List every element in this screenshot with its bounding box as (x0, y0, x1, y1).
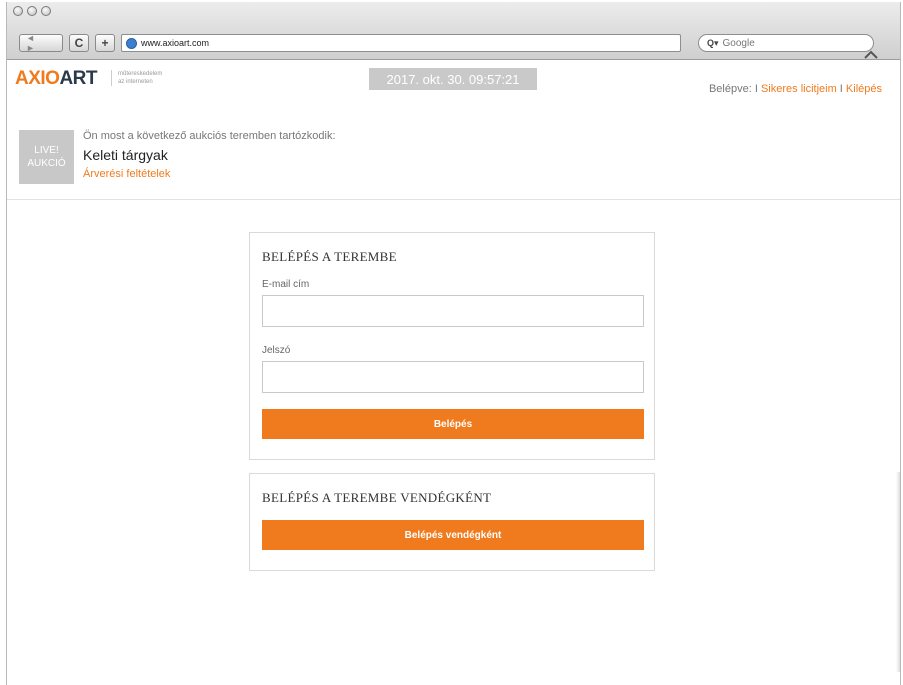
header-divider (7, 199, 900, 200)
badge-line-1: LIVE! (34, 145, 59, 156)
logo-part-axio: AXIO (15, 68, 60, 89)
axioart-logo[interactable]: AXIOART (15, 68, 98, 90)
add-bookmark-button[interactable]: + (95, 34, 115, 52)
scrollbar-edge[interactable] (896, 472, 900, 672)
reload-icon: C (74, 36, 84, 50)
auction-terms-link[interactable]: Árverési feltételek (83, 168, 170, 180)
address-bar[interactable]: www.axioart.com (121, 34, 681, 52)
browser-window: ◄ ► C + www.axioart.com Q▾ Google AXIOAR… (6, 2, 901, 685)
email-field[interactable] (262, 295, 644, 327)
search-field[interactable]: Q▾ Google (698, 34, 874, 52)
globe-icon (126, 37, 137, 49)
address-bar-url: www.axioart.com (141, 38, 210, 48)
back-forward-button[interactable]: ◄ ► (19, 33, 63, 53)
badge-line-2: AUKCIÓ (27, 158, 66, 169)
reload-button[interactable]: C (69, 34, 89, 52)
search-placeholder: Google (722, 37, 755, 49)
auction-text: Ön most a következő aukciós teremben tar… (83, 130, 483, 182)
password-label: Jelszó (262, 345, 291, 356)
logout-link[interactable]: Kilépés (846, 83, 882, 95)
login-button[interactable]: Belépés (262, 409, 644, 439)
live-auction-badge: LIVE! AUKCIÓ (19, 130, 74, 184)
password-field[interactable] (262, 361, 644, 393)
guest-panel-title: BELÉPÉS A TEREMBE VENDÉGKÉNT (262, 490, 492, 505)
collapse-chevron-icon[interactable] (864, 46, 878, 64)
plus-icon: + (101, 36, 109, 50)
auction-intro: Ön most a következő aukciós teremben tar… (83, 130, 336, 142)
login-panel-title: BELÉPÉS A TEREMBE (262, 249, 397, 264)
auction-room-name: Keleti tárgyak (83, 147, 168, 163)
tagline-line-2: az interneten (118, 79, 153, 85)
server-clock: 2017. okt. 30. 09:57:21 (369, 68, 537, 90)
tagline: műtereskedelem az interneten (111, 70, 162, 86)
browser-toolbar: ◄ ► C + www.axioart.com Q▾ Google (19, 32, 894, 54)
login-panel: BELÉPÉS A TEREMBE E-mail cím Jelszó Belé… (249, 232, 655, 460)
minimize-window-button[interactable] (27, 6, 37, 16)
logged-in-label: Belépve: I (708, 83, 761, 95)
email-label: E-mail cím (262, 279, 310, 290)
site-header: AXIOART műtereskedelem az interneten 201… (7, 62, 900, 100)
link-separator: I (836, 83, 846, 95)
browser-titlebar: ◄ ► C + www.axioart.com Q▾ Google (7, 2, 900, 60)
search-icon: Q▾ (707, 37, 719, 48)
guest-login-panel: BELÉPÉS A TEREMBE VENDÉGKÉNT Belépés ven… (249, 473, 655, 571)
logo-part-art: ART (59, 68, 98, 89)
user-links: Belépve: I Sikeres licitjeim I Kilépés (709, 83, 882, 95)
zoom-window-button[interactable] (41, 6, 51, 16)
guest-login-button[interactable]: Belépés vendégként (262, 520, 644, 550)
close-window-button[interactable] (13, 6, 23, 16)
window-controls (13, 6, 51, 16)
successful-bids-link[interactable]: Sikeres licitjeim (761, 83, 837, 95)
tagline-line-1: műtereskedelem (118, 71, 163, 77)
